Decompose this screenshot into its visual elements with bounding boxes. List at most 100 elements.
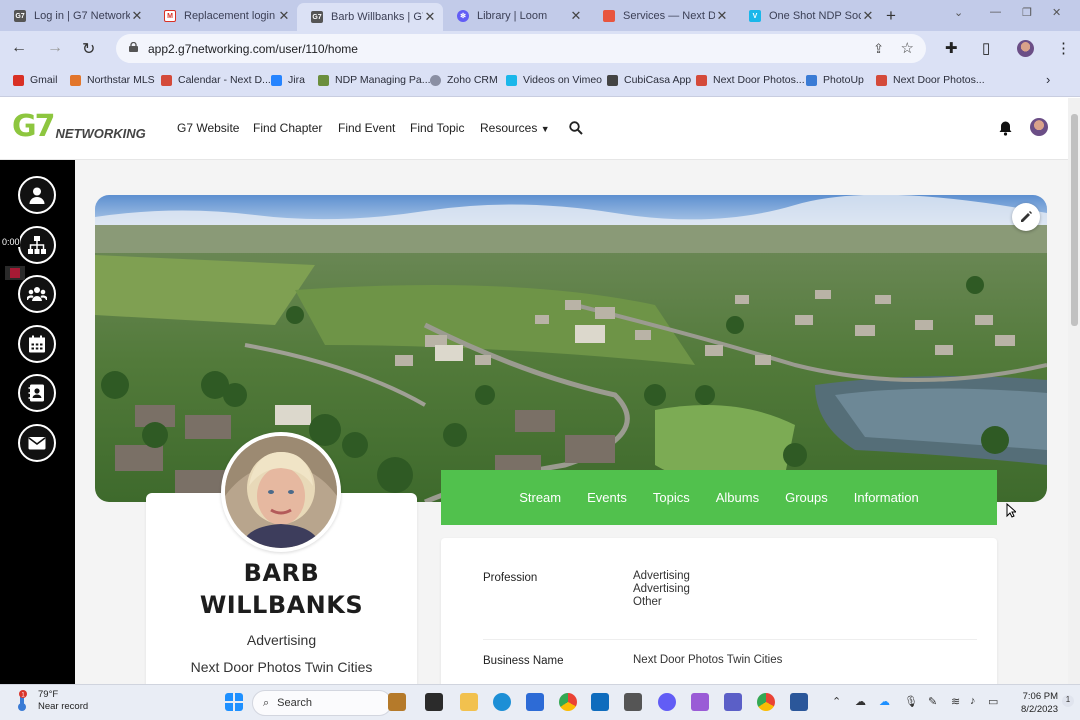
teams-icon[interactable] (724, 693, 742, 711)
browser-tab[interactable]: M Replacement login info ✕ (150, 3, 297, 29)
extensions-puzzle-icon[interactable]: ✚ (945, 39, 958, 57)
taskbar-clock[interactable]: 7:06 PM 8/2/2023 (1002, 690, 1058, 716)
battery-icon[interactable]: ▭ (988, 695, 998, 708)
file-explorer-icon[interactable] (460, 693, 478, 711)
browser-tab[interactable]: ✻ Library | Loom ✕ (443, 3, 589, 29)
more-menu-icon[interactable]: ⋮ (1056, 39, 1071, 57)
bell-icon[interactable] (998, 120, 1013, 136)
pencil-icon (1021, 211, 1032, 222)
close-icon[interactable]: ✕ (423, 9, 437, 25)
cloud-icon[interactable]: ☁ (855, 695, 866, 708)
bookmark-item[interactable]: Calendar - Next D... (161, 74, 271, 86)
chevron-right-icon[interactable]: › (1046, 72, 1050, 87)
outlook-icon[interactable] (591, 693, 609, 711)
ndp-favicon-icon (603, 10, 615, 22)
nav-link-find-chapter[interactable]: Find Chapter (253, 121, 322, 135)
bookmark-item[interactable]: PhotoUp (806, 74, 864, 86)
windows-start-icon[interactable] (225, 693, 243, 711)
word-icon[interactable] (790, 693, 808, 711)
browser-tab-active[interactable]: G7 Barb Willbanks | G7 Networking ✕ (297, 3, 443, 31)
forward-arrow-icon[interactable]: → (47, 39, 63, 57)
tab-information[interactable]: Information (841, 490, 932, 505)
tray-chevron-icon[interactable]: ⌃ (832, 695, 841, 708)
taskbar-search[interactable]: ⌕ Search (252, 690, 392, 716)
jira-icon (271, 74, 282, 86)
bookmark-item[interactable]: Northstar MLS (70, 74, 155, 86)
tab-stream[interactable]: Stream (506, 490, 574, 505)
minimize-icon[interactable]: — (990, 6, 1001, 18)
bookmark-label: Videos on Vimeo (523, 74, 603, 86)
bookmark-item[interactable]: Jira (271, 74, 305, 86)
scrollbar-thumb[interactable] (1071, 114, 1078, 326)
browser-tab[interactable]: G7 Log in | G7 Networking ✕ (0, 3, 150, 29)
edit-cover-button[interactable] (1012, 203, 1040, 231)
bookmark-item[interactable]: Gmail (13, 74, 57, 86)
loom-favicon-icon: ✻ (457, 10, 469, 22)
reload-icon[interactable]: ↻ (82, 39, 95, 59)
profile-photo[interactable] (221, 432, 341, 552)
tab-topics[interactable]: Topics (640, 490, 703, 505)
profile-nav-button[interactable] (18, 176, 56, 214)
window-close-icon[interactable]: ✕ (1052, 6, 1061, 19)
tab-search-chevron-icon[interactable]: ⌄ (954, 6, 963, 19)
contacts-nav-button[interactable] (18, 374, 56, 412)
bookmark-item[interactable]: Next Door Photos... (696, 74, 805, 86)
restore-icon[interactable]: ❐ (1022, 6, 1032, 19)
bookmark-item[interactable]: CubiCasa App (607, 74, 691, 86)
weather-status: Near record (38, 701, 89, 712)
briefcase-app-icon[interactable] (388, 693, 406, 711)
close-icon[interactable]: ✕ (130, 8, 144, 24)
browser-tab[interactable]: V One Shot NDP Social ✕ (735, 3, 881, 29)
nav-link-g7-website[interactable]: G7 Website (177, 121, 239, 135)
edge-browser-icon[interactable] (493, 693, 511, 711)
volume-icon[interactable]: ♪ (970, 695, 976, 707)
bookmark-item[interactable]: Next Door Photos... (876, 74, 985, 86)
bookmark-star-icon[interactable]: ☆ (901, 39, 914, 57)
profession-value: Advertising (633, 570, 690, 582)
chrome-icon[interactable] (757, 693, 775, 711)
tab-albums[interactable]: Albums (703, 490, 772, 505)
address-bar[interactable]: app2.g7networking.com/user/110/home ⇪ ☆ (116, 34, 926, 63)
share-icon[interactable]: ⇪ (873, 41, 884, 57)
user-avatar[interactable] (1030, 118, 1048, 136)
close-icon[interactable]: ✕ (569, 8, 583, 24)
side-panel-icon[interactable]: ▯ (982, 39, 990, 57)
bookmark-item[interactable]: NDP Managing Pa... (318, 74, 431, 86)
nav-link-find-event[interactable]: Find Event (338, 121, 395, 135)
wifi-icon[interactable]: ≋ (951, 695, 960, 708)
loom-app-icon[interactable] (658, 693, 676, 711)
g7-app-icon[interactable] (624, 693, 642, 711)
tab-groups[interactable]: Groups (772, 490, 841, 505)
profile-profession: Advertising (246, 632, 317, 648)
recording-stop-button[interactable] (5, 266, 25, 280)
nav-link-resources[interactable]: Resources ▼ (480, 121, 550, 135)
calendar-nav-button[interactable] (18, 325, 56, 363)
g7-logo[interactable]: G7 NETWORKING (12, 112, 146, 142)
back-arrow-icon[interactable]: ← (11, 39, 27, 57)
close-icon[interactable]: ✕ (861, 8, 875, 24)
new-tab-icon[interactable]: + (886, 6, 896, 26)
search-icon[interactable] (569, 121, 583, 135)
notifications-icon[interactable]: 1 (1062, 695, 1074, 707)
microphone-icon[interactable]: 🎙 (904, 695, 918, 708)
nav-link-find-topic[interactable]: Find Topic (410, 121, 464, 135)
weather-widget[interactable]: 1 79°F Near record (14, 689, 88, 713)
network-nav-button[interactable] (18, 226, 56, 264)
messages-nav-button[interactable] (18, 424, 56, 462)
bookmark-item[interactable]: Videos on Vimeo (506, 74, 602, 86)
groups-nav-button[interactable] (18, 275, 56, 313)
browser-tab[interactable]: Services — Next Door Photos ✕ (589, 3, 735, 29)
page-scrollbar[interactable] (1068, 98, 1080, 684)
tab-events[interactable]: Events (574, 490, 640, 505)
close-icon[interactable]: ✕ (277, 8, 291, 24)
onedrive-icon[interactable]: ☁ (879, 695, 890, 708)
close-icon[interactable]: ✕ (715, 8, 729, 24)
chrome-icon[interactable] (559, 693, 577, 711)
terminal-app-icon[interactable] (425, 693, 443, 711)
store-app-icon[interactable] (526, 693, 544, 711)
vimeo-icon (506, 74, 517, 86)
profile-avatar-icon[interactable] (1017, 40, 1034, 57)
bookmark-item[interactable]: Zoho CRM (430, 74, 498, 86)
pen-icon[interactable]: ✎ (928, 695, 937, 708)
snip-app-icon[interactable] (691, 693, 709, 711)
